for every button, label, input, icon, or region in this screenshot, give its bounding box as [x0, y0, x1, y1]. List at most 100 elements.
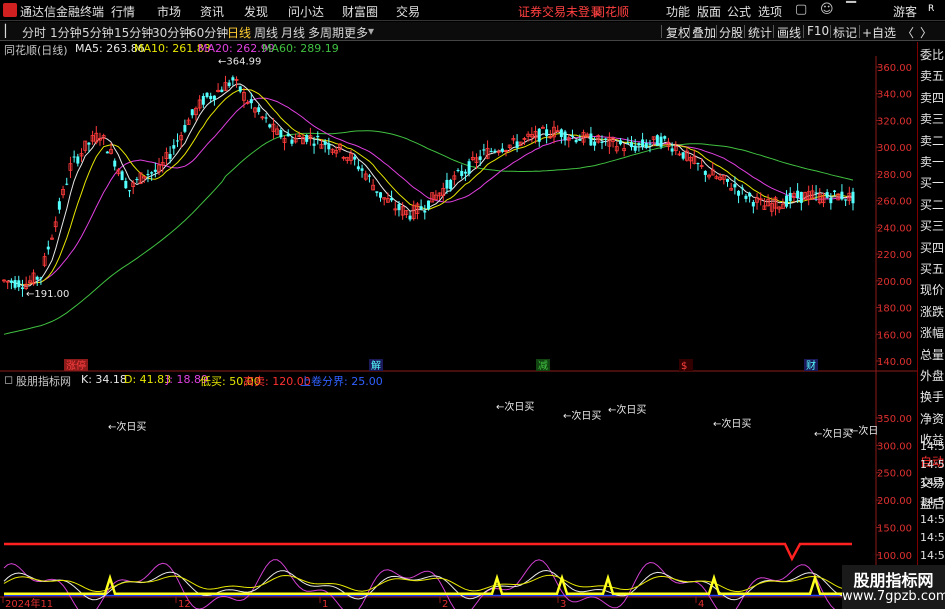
quote-field-label[interactable]: 外盘 — [920, 367, 944, 384]
candle-body — [515, 141, 519, 148]
login-warning[interactable]: 证券交易未登录 — [518, 3, 602, 20]
menu-item-ask[interactable]: 问小达 — [288, 3, 324, 20]
period-tab-active[interactable]: 日线 — [227, 24, 251, 41]
nav-forward-button[interactable]: 〉 — [920, 24, 932, 41]
quote-field-label[interactable]: 涨跌 — [920, 303, 944, 320]
candle-body — [659, 136, 663, 147]
low-price-label: ←191.00 — [26, 289, 69, 300]
candle-body — [799, 191, 803, 203]
toolbar-btn-stats[interactable]: 统计 — [748, 24, 772, 41]
candle-body — [257, 107, 261, 112]
quote-field-label[interactable]: 总量 — [920, 346, 944, 363]
candle-body — [788, 192, 792, 202]
quote-field-label[interactable]: 买三 — [920, 217, 944, 234]
toolbar-btn-f10[interactable]: F10 — [807, 24, 829, 38]
indicator-lines — [3, 542, 858, 609]
candle-body — [183, 125, 187, 132]
period-tab[interactable]: 30分钟 — [152, 24, 191, 41]
toolbar-btn-restore[interactable]: 复权 — [666, 24, 690, 41]
menu-formula[interactable]: 公式 — [727, 3, 751, 20]
menu-item-market[interactable]: 市场 — [157, 3, 181, 20]
indicator-collapse-icon[interactable]: ◻ — [4, 373, 13, 386]
period-tab[interactable]: 1分钟 — [50, 24, 82, 41]
time-tick-label: 3 — [560, 599, 566, 609]
nav-back-button[interactable]: 〈 — [902, 24, 914, 41]
buy-signal-label: ←次日买 — [108, 420, 146, 433]
period-tab[interactable]: 月线 — [281, 24, 305, 41]
quote-field-label[interactable]: 卖三 — [920, 110, 944, 127]
ma10-path — [7, 88, 854, 286]
dropdown-arrow-icon[interactable]: ▾ — [368, 24, 374, 38]
quote-field-label[interactable]: 净资 — [920, 410, 944, 427]
toolbar-btn-draw[interactable]: 画线 — [777, 24, 801, 41]
period-collapse-icon[interactable]: ▏ — [5, 24, 14, 38]
menu-layout[interactable]: 版面 — [697, 3, 721, 20]
candle-body — [600, 141, 604, 143]
candle-body — [630, 142, 634, 148]
quote-field-label[interactable]: 买二 — [920, 196, 944, 213]
indicator-tick-label: 150.00 — [877, 524, 912, 535]
candle-body — [748, 192, 752, 197]
candle-body — [238, 86, 242, 92]
menu-item-news[interactable]: 资讯 — [200, 3, 224, 20]
menu-item-quotes[interactable]: 行情 — [111, 3, 135, 20]
broker-name[interactable]: 同花顺 — [593, 3, 629, 20]
candle-body — [212, 95, 216, 100]
quote-field-label[interactable]: 委比 — [920, 46, 944, 63]
ma10-line — [7, 88, 854, 286]
candle-body — [785, 195, 789, 207]
buy-signal-label: ←次日买 — [563, 409, 601, 422]
candle-body — [72, 156, 76, 158]
quote-field-label[interactable]: 买五 — [920, 260, 944, 277]
period-tab[interactable]: 60分钟 — [189, 24, 228, 41]
quote-field-label[interactable]: 卖四 — [920, 89, 944, 106]
guest-label[interactable]: 游客 — [893, 3, 917, 20]
more-dropdown[interactable]: 更多 — [344, 24, 368, 41]
period-tab[interactable]: 多周期 — [308, 24, 344, 41]
period-tab[interactable]: 周线 — [254, 24, 278, 41]
quote-field-label[interactable]: 卖二 — [920, 132, 944, 149]
event-label: $ — [681, 361, 687, 372]
candle-body — [327, 143, 331, 150]
toolbar-btn-overlay[interactable]: 叠加 — [692, 24, 716, 41]
period-tab[interactable]: 15分钟 — [114, 24, 153, 41]
menu-options[interactable]: 选项 — [758, 3, 782, 20]
quote-field-label[interactable]: 买一 — [920, 174, 944, 191]
quote-field-label[interactable]: 涨幅 — [920, 324, 944, 341]
indicator-annotations: ←次日买←次日买←次日买←次日买←次日买←次日买←次日 — [108, 400, 878, 440]
user-icon[interactable]: ☺ — [820, 2, 834, 17]
toolbar-btn-sector[interactable]: 分股 — [719, 24, 743, 41]
toolbar-divider — [830, 25, 831, 38]
candle-body — [316, 135, 320, 138]
panel-header[interactable]: R — [928, 4, 934, 14]
indicator-name[interactable]: 股朋指标网 — [16, 373, 71, 389]
menu-item-trade[interactable]: 交易 — [396, 3, 420, 20]
quote-field-label[interactable]: 换手 — [920, 388, 944, 405]
candle-body — [545, 129, 549, 137]
price-tick-label: 280.00 — [877, 170, 912, 181]
menu-item-wealth[interactable]: 财富圈 — [342, 3, 378, 20]
quote-field-label[interactable]: 卖一 — [920, 153, 944, 170]
period-tab[interactable]: 分时 — [22, 24, 46, 41]
toolbar-btn-add-favorite[interactable]: +自选 — [862, 24, 896, 41]
upper-line-value: 上卷分界: 25.00 — [300, 375, 383, 388]
candle-body — [574, 139, 578, 143]
window-icon[interactable]: ▢ — [795, 2, 807, 17]
candle-body — [740, 187, 744, 189]
candle-body — [633, 145, 637, 151]
candle-body — [264, 117, 268, 119]
buy-signal-label: ←次日买 — [713, 417, 751, 430]
period-tab[interactable]: 5分钟 — [82, 24, 114, 41]
quote-field-label[interactable]: 现价 — [920, 281, 944, 298]
price-tick-label: 360.00 — [877, 63, 912, 74]
min-button[interactable]: ▔ — [846, 2, 856, 17]
menu-function[interactable]: 功能 — [666, 3, 690, 20]
j-line — [3, 559, 854, 609]
candle-body — [205, 92, 209, 98]
chart-canvas[interactable]: 360.00 340.00 320.00 300.00 280.00 260.00 240.… — [0, 56, 917, 609]
quote-field-label[interactable]: 卖五 — [920, 67, 944, 84]
price-axis: 360.00 340.00 320.00 300.00 280.00 260.00 240.… — [876, 63, 912, 368]
toolbar-btn-mark[interactable]: 标记 — [833, 24, 857, 41]
menu-item-discover[interactable]: 发现 — [244, 3, 268, 20]
quote-field-label[interactable]: 买四 — [920, 239, 944, 256]
